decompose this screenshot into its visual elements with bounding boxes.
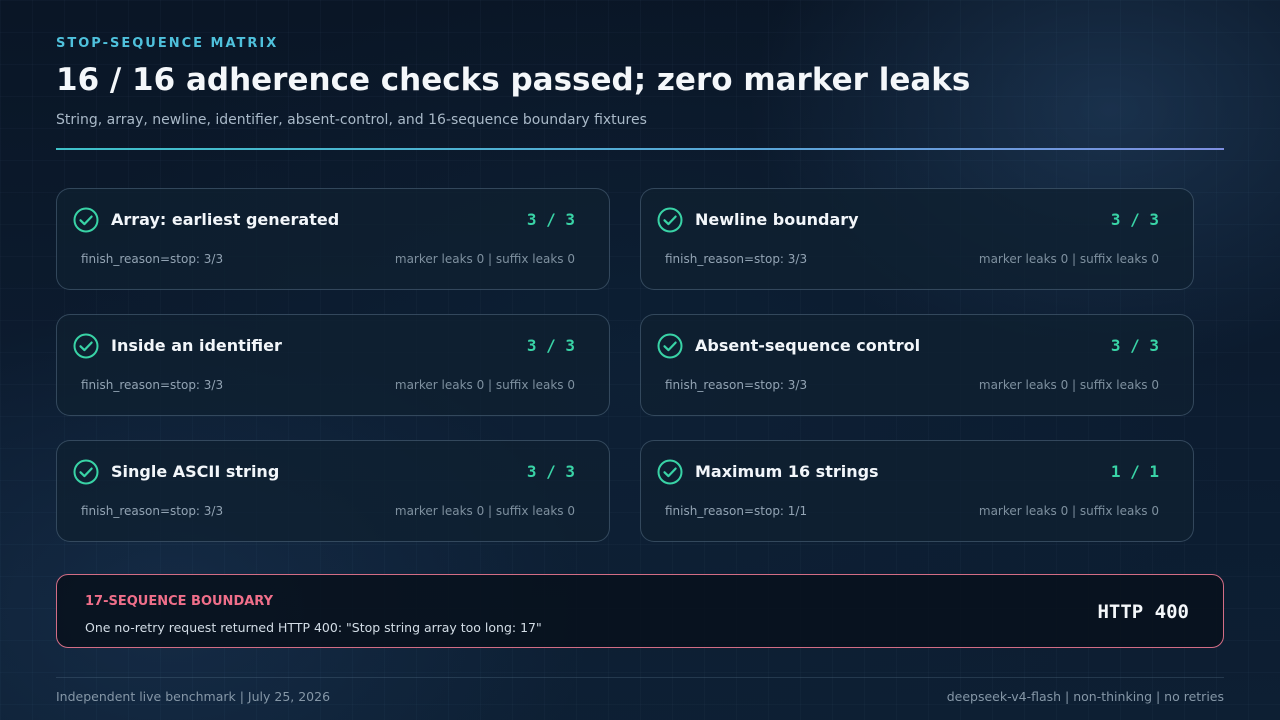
boundary-description: One no-retry request returned HTTP 400: … xyxy=(85,620,542,635)
card-finish-reason: finish_reason=stop: 3/3 xyxy=(665,378,808,392)
boundary-panel: 17-SEQUENCE BOUNDARY One no-retry reques… xyxy=(56,574,1224,648)
card-score: 1 / 1 xyxy=(1110,462,1159,481)
card-finish-reason: finish_reason=stop: 1/1 xyxy=(665,504,808,518)
boundary-label: 17-SEQUENCE BOUNDARY xyxy=(85,594,274,609)
check-circle-icon xyxy=(657,333,683,359)
card-leaks: marker leaks 0 | suffix leaks 0 xyxy=(978,252,1159,266)
header-divider xyxy=(56,148,1224,150)
card-score: 3 / 3 xyxy=(526,210,575,229)
boundary-status-code: HTTP 400 xyxy=(1097,601,1189,623)
card-score: 3 / 3 xyxy=(1110,336,1159,355)
card-title: Array: earliest generated xyxy=(111,210,340,229)
card-finish-reason: finish_reason=stop: 3/3 xyxy=(81,252,224,266)
result-card-inside-identifier: Inside an identifier 3 / 3 finish_reason… xyxy=(56,314,610,416)
card-title: Maximum 16 strings xyxy=(695,462,879,481)
card-score: 3 / 3 xyxy=(526,462,575,481)
page-title: 16 / 16 adherence checks passed; zero ma… xyxy=(56,62,971,98)
card-finish-reason: finish_reason=stop: 3/3 xyxy=(81,504,224,518)
card-title: Newline boundary xyxy=(695,210,859,229)
check-circle-icon xyxy=(657,459,683,485)
result-card-array-earliest: Array: earliest generated 3 / 3 finish_r… xyxy=(56,188,610,290)
result-card-absent-control: Absent-sequence control 3 / 3 finish_rea… xyxy=(640,314,1194,416)
card-leaks: marker leaks 0 | suffix leaks 0 xyxy=(394,378,575,392)
check-circle-icon xyxy=(73,459,99,485)
card-finish-reason: finish_reason=stop: 3/3 xyxy=(81,378,224,392)
footer-model-info: deepseek-v4-flash | non-thinking | no re… xyxy=(946,689,1224,704)
footer-divider xyxy=(56,677,1224,678)
card-leaks: marker leaks 0 | suffix leaks 0 xyxy=(394,504,575,518)
card-score: 3 / 3 xyxy=(1110,210,1159,229)
card-leaks: marker leaks 0 | suffix leaks 0 xyxy=(978,378,1159,392)
card-title: Absent-sequence control xyxy=(695,336,921,355)
card-leaks: marker leaks 0 | suffix leaks 0 xyxy=(394,252,575,266)
check-circle-icon xyxy=(657,207,683,233)
check-circle-icon xyxy=(73,207,99,233)
footer-benchmark-info: Independent live benchmark | July 25, 20… xyxy=(56,689,331,704)
page-subtitle: String, array, newline, identifier, abse… xyxy=(56,112,647,128)
page: STOP-SEQUENCE MATRIX 16 / 16 adherence c… xyxy=(0,0,1280,720)
card-score: 3 / 3 xyxy=(526,336,575,355)
card-title: Single ASCII string xyxy=(111,462,280,481)
result-card-maximum-16: Maximum 16 strings 1 / 1 finish_reason=s… xyxy=(640,440,1194,542)
card-finish-reason: finish_reason=stop: 3/3 xyxy=(665,252,808,266)
card-leaks: marker leaks 0 | suffix leaks 0 xyxy=(978,504,1159,518)
result-card-newline-boundary: Newline boundary 3 / 3 finish_reason=sto… xyxy=(640,188,1194,290)
check-circle-icon xyxy=(73,333,99,359)
result-card-single-ascii: Single ASCII string 3 / 3 finish_reason=… xyxy=(56,440,610,542)
card-title: Inside an identifier xyxy=(111,336,282,355)
eyebrow-label: STOP-SEQUENCE MATRIX xyxy=(56,36,279,51)
